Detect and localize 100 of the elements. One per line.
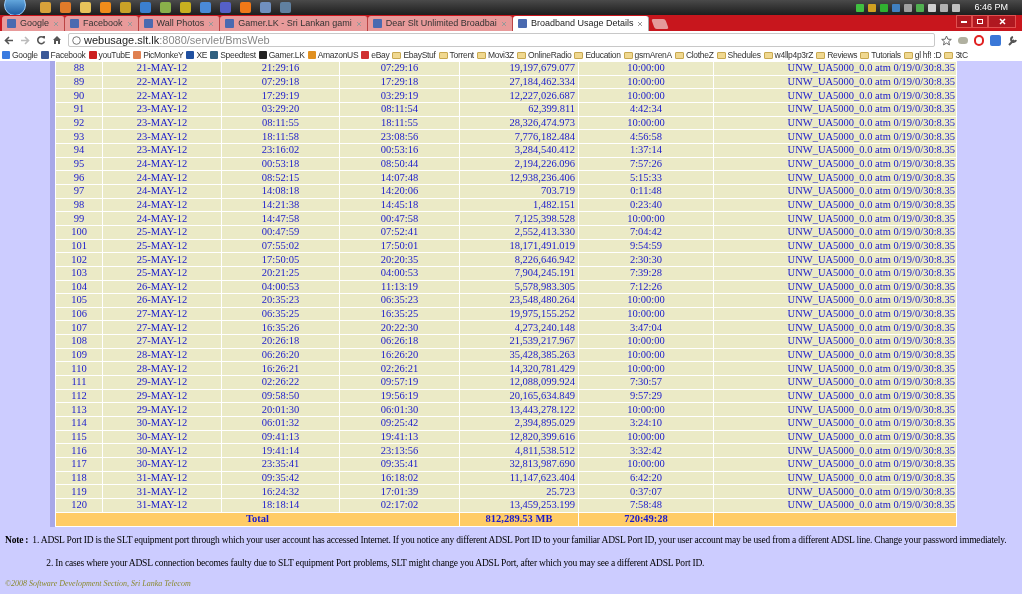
taskbar-app-icon[interactable]: [180, 2, 191, 13]
home-icon[interactable]: [52, 35, 62, 45]
tray-icon[interactable]: [904, 3, 913, 12]
table-cell: 10:00:00: [578, 430, 714, 444]
table-cell: 31-MAY-12: [102, 498, 222, 513]
tab-close-icon[interactable]: [637, 20, 644, 27]
table-cell: 23:08:56: [339, 129, 460, 144]
bookmark-folder[interactable]: Tutorials: [860, 48, 901, 62]
taskbar-app-icon[interactable]: [220, 2, 231, 13]
bookmark-folder[interactable]: w4llp4p3rZ: [763, 48, 814, 62]
bookmark-link[interactable]: Gamer.LK: [258, 48, 305, 62]
table-cell: 09:35:41: [339, 457, 460, 472]
bookmark-folder[interactable]: Movi3Z: [476, 48, 514, 62]
new-tab-button[interactable]: [651, 19, 670, 29]
table-cell: 14:08:18: [221, 184, 340, 199]
bookmark-link[interactable]: AmazonUS: [307, 48, 359, 62]
bookmark-link[interactable]: youTubE: [88, 48, 131, 62]
folder-icon: [438, 51, 448, 59]
wrench-icon[interactable]: [1007, 34, 1018, 46]
extension-icon[interactable]: [974, 34, 984, 46]
bookmark-link[interactable]: Speedtest: [210, 48, 256, 62]
bookmark-folder[interactable]: Reviews: [816, 48, 858, 62]
bookmark-folder[interactable]: gsmArenA: [623, 48, 672, 62]
start-button[interactable]: [4, 0, 26, 16]
tray-icon[interactable]: [868, 3, 877, 12]
table-cell: UNW_UA5000_0.0 atm 0/19/0/30:8.35: [713, 471, 957, 485]
table-cell: 08:52:15: [221, 170, 340, 185]
tray-icon[interactable]: [940, 3, 949, 12]
table-cell: 26-MAY-12: [102, 280, 222, 294]
table-cell: 18:18:14: [221, 498, 340, 513]
taskbar-app-icon[interactable]: [120, 2, 131, 13]
address-bar[interactable]: webusage.slt.lk:8080/servlet/BmsWeb: [68, 33, 935, 47]
bookmark-link[interactable]: PicMonkeY: [133, 48, 184, 62]
table-cell: 103: [55, 266, 103, 280]
taskbar-app-icon[interactable]: [80, 2, 91, 13]
clock[interactable]: 6:46 PM: [974, 0, 1008, 15]
taskbar-app-icon[interactable]: [100, 2, 111, 13]
back-icon[interactable]: [4, 35, 14, 45]
minimize-button[interactable]: [956, 15, 972, 28]
reload-icon[interactable]: [36, 35, 46, 45]
taskbar-app-icon[interactable]: [40, 2, 51, 13]
table-cell: UNW_UA5000_0.0 atm 0/19/0/30:8.35: [713, 239, 957, 253]
table-cell: UNW_UA5000_0.0 atm 0/19/0/30:8.35: [713, 252, 957, 267]
restore-button[interactable]: [972, 15, 988, 28]
tray-icon[interactable]: [952, 3, 961, 12]
browser-tab[interactable]: Facebook: [65, 16, 139, 31]
browser-tab[interactable]: Wall Photos: [138, 16, 221, 31]
bookmark-folder[interactable]: OnlineRadio: [517, 48, 572, 62]
bookmark-star-icon[interactable]: [941, 34, 952, 46]
bookmark-link[interactable]: Google: [2, 48, 38, 62]
table-cell: UNW_UA5000_0.0 atm 0/19/0/30:8.35: [713, 307, 957, 321]
tray-icon[interactable]: [856, 3, 865, 12]
bookmark-folder[interactable]: 3tC: [944, 48, 968, 62]
table-cell: 116: [55, 443, 103, 458]
bookmark-folder[interactable]: EbayStuf: [392, 48, 436, 62]
bookmark-link[interactable]: eBay: [361, 48, 390, 62]
table-cell: 10:00:00: [578, 116, 714, 130]
total-cell: 720:49:28: [578, 512, 714, 527]
forward-icon[interactable]: [20, 35, 30, 45]
tray-icon[interactable]: [928, 3, 937, 12]
bookmark-folder[interactable]: ClotheZ: [674, 48, 714, 62]
table-cell: 16:18:02: [339, 471, 460, 485]
bookmark-folder[interactable]: Torrent: [438, 48, 474, 62]
browser-tab[interactable]: Dear Slt Unlimited Broadbai: [367, 16, 513, 31]
bookmark-folder[interactable]: Shedules: [716, 48, 761, 62]
bookmark-folder[interactable]: gl hf! :D: [903, 48, 942, 62]
tray-icon[interactable]: [916, 3, 925, 12]
table-cell: 27,184,462.334: [459, 75, 579, 89]
table-cell: 08:11:55: [221, 116, 340, 130]
table-cell: 31-MAY-12: [102, 484, 222, 499]
table-cell: 89: [55, 75, 103, 89]
table-cell: 06:01:32: [221, 416, 340, 431]
taskbar-app-icon[interactable]: [260, 2, 271, 13]
bookmark-link[interactable]: XE: [186, 48, 208, 62]
taskbar-app-icon[interactable]: [280, 2, 291, 13]
table-cell: 12,227,026.687: [459, 88, 579, 103]
table-cell: UNW_UA5000_0.0 atm 0/19/0/30:8.35: [713, 61, 957, 76]
taskbar-app-icon[interactable]: [140, 2, 151, 13]
tray-icon[interactable]: [880, 3, 889, 12]
taskbar-app-icon[interactable]: [160, 2, 171, 13]
table-cell: 7:58:48: [578, 498, 714, 513]
browser-tab[interactable]: Gamer.LK - Sri Lankan gami: [220, 16, 368, 31]
table-cell: 23:16:02: [221, 143, 340, 158]
browser-tab[interactable]: Google: [2, 16, 66, 31]
taskbar-app-icon[interactable]: [240, 2, 251, 13]
table-cell: 04:00:53: [339, 266, 460, 280]
bookmark-link[interactable]: Facebook: [40, 48, 86, 62]
close-button[interactable]: [988, 15, 1016, 28]
folder-icon: [476, 51, 486, 59]
table-cell: 19,197,679.077: [459, 61, 579, 76]
extension-icon[interactable]: [958, 36, 968, 44]
browser-tab[interactable]: Broadband Usage Details: [512, 16, 650, 31]
table-cell: 09:35:42: [221, 471, 340, 485]
taskbar-app-icon[interactable]: [200, 2, 211, 13]
bookmark-folder[interactable]: Education: [574, 48, 621, 62]
table-cell: 07:29:18: [221, 75, 340, 89]
table-cell: 14:07:48: [339, 170, 460, 185]
taskbar-app-icon[interactable]: [60, 2, 71, 13]
table-cell: 1,482.151: [459, 198, 579, 212]
extension-icon[interactable]: [990, 34, 1001, 46]
